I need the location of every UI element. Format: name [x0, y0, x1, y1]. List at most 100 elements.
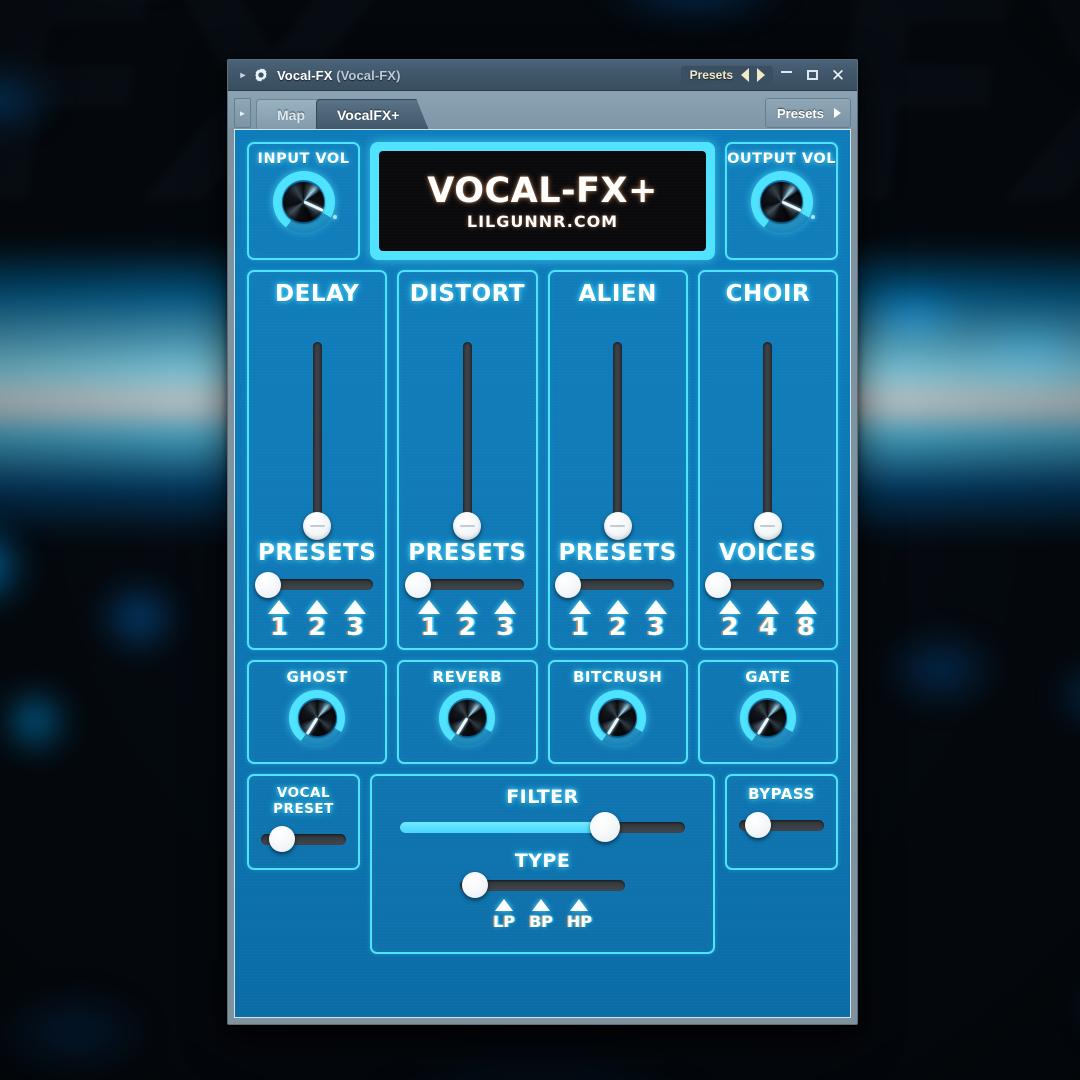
- type-mark-item[interactable]: BP: [529, 899, 553, 931]
- alien-slider-area: [558, 313, 678, 540]
- reverb-label: REVERB: [432, 668, 503, 686]
- input-vol-knob[interactable]: [272, 171, 337, 233]
- tabbar-expander-icon[interactable]: ►: [234, 98, 251, 128]
- mark-item[interactable]: 2: [456, 599, 479, 641]
- mark-label: 1: [420, 611, 439, 641]
- alien-slider-handle[interactable]: [603, 511, 632, 540]
- mark-item[interactable]: 3: [494, 599, 517, 640]
- knob-indicator-dot: [332, 214, 337, 219]
- filter-type-label: TYPE: [514, 850, 571, 872]
- bypass-handle[interactable]: [744, 812, 771, 838]
- triangle-up-icon: [718, 599, 741, 614]
- bypass-label: BYPASS: [748, 785, 815, 803]
- maximize-button[interactable]: [799, 63, 825, 87]
- choir-title: CHOIR: [725, 281, 811, 307]
- type-mark-item[interactable]: HP: [567, 899, 592, 931]
- delay-presets-handle[interactable]: [254, 571, 281, 598]
- alien-vertical-slider[interactable]: [603, 341, 632, 540]
- alien-presets-handle[interactable]: [555, 571, 582, 598]
- distort-vertical-slider[interactable]: [453, 341, 482, 540]
- mark-item[interactable]: 2: [606, 599, 629, 640]
- vocal-preset-track: [261, 826, 346, 852]
- window-title-main: Vocal-FX: [277, 67, 333, 83]
- mark-label: 3: [346, 611, 364, 641]
- distort-presets-slider[interactable]: [404, 571, 527, 598]
- presets-next-icon[interactable]: [757, 68, 765, 82]
- titlebar-presets-label: Presets: [689, 68, 733, 82]
- mark-item[interactable]: 8: [794, 599, 817, 640]
- output-vol-knob[interactable]: [750, 171, 815, 233]
- tabbar-right-group: Presets: [765, 98, 851, 128]
- distort-title: DISTORT: [409, 281, 526, 307]
- type-mark-item[interactable]: LP: [493, 899, 515, 931]
- minimize-button[interactable]: [773, 63, 799, 87]
- triangle-up-icon: [756, 599, 779, 614]
- tabbar-presets-button[interactable]: Presets: [765, 98, 851, 128]
- input-vol-label: INPUT VOL: [257, 151, 350, 167]
- triangle-right-icon[interactable]: [834, 108, 841, 118]
- mark-item[interactable]: 2: [306, 599, 329, 640]
- choir-slider-area: [708, 313, 828, 540]
- delay-vertical-slider[interactable]: [303, 341, 332, 540]
- choir-vertical-slider[interactable]: [753, 341, 782, 540]
- triangle-up-icon: [494, 899, 513, 911]
- window-titlebar: ► Vocal-FX (Vocal-FX) Presets ✕: [228, 60, 857, 91]
- panel-vocal-preset: VOCAL PRESET: [247, 774, 360, 870]
- distort-presets-track: [404, 571, 524, 598]
- filter-slider[interactable]: [396, 812, 689, 842]
- choir-voices-slider[interactable]: [705, 571, 828, 598]
- panel-choir: CHOIR VOICES 2 4 8: [697, 270, 838, 650]
- row-bottom-controls: VOCAL PRESET FILTER TYPE LP BP HP BYPASS: [247, 774, 838, 1005]
- distort-slider-handle[interactable]: [453, 511, 482, 540]
- minimize-icon: [780, 71, 792, 73]
- gear-icon[interactable]: [253, 67, 269, 83]
- mark-label: 4: [759, 611, 777, 641]
- close-icon: ✕: [830, 65, 846, 85]
- delay-presets-slider[interactable]: [254, 571, 377, 598]
- filter-fill: [400, 821, 606, 833]
- choir-slider-handle[interactable]: [753, 511, 782, 540]
- triangle-up-icon: [418, 599, 441, 614]
- filter-type-marks: LP BP HP: [396, 899, 689, 931]
- mark-item[interactable]: 1: [418, 599, 441, 641]
- reverb-knob[interactable]: [439, 690, 496, 746]
- delay-presets-label: PRESETS: [257, 539, 377, 566]
- gate-knob[interactable]: [739, 690, 796, 746]
- bitcrush-label: BITCRUSH: [572, 668, 663, 686]
- bypass-slider[interactable]: [727, 808, 836, 842]
- delay-slider-handle[interactable]: [303, 511, 332, 540]
- titlebar-presets-group[interactable]: Presets: [680, 65, 773, 85]
- mark-item[interactable]: 1: [568, 599, 591, 640]
- close-button[interactable]: ✕: [825, 63, 851, 87]
- ghost-knob[interactable]: [289, 690, 346, 746]
- ghost-label: GHOST: [286, 668, 348, 686]
- titlebar-controls: Presets ✕: [680, 63, 851, 87]
- mark-item[interactable]: 4: [756, 599, 779, 641]
- filter-handle[interactable]: [590, 812, 621, 842]
- output-vol-knob-wrap: [727, 171, 836, 233]
- mark-item[interactable]: 1: [268, 599, 291, 640]
- delay-title: DELAY: [275, 281, 360, 307]
- maximize-icon: [806, 70, 818, 80]
- mark-item[interactable]: 2: [718, 599, 741, 640]
- vocal-preset-slider[interactable]: [249, 822, 358, 856]
- logo-inner: VOCAL-FX+ LILGUNNR.COM: [379, 151, 706, 251]
- logo-box: VOCAL-FX+ LILGUNNR.COM: [370, 142, 715, 260]
- tab-map[interactable]: Map: [256, 99, 326, 129]
- tabbar-presets-label: Presets: [777, 105, 824, 121]
- choir-voices-handle[interactable]: [705, 571, 732, 598]
- filter-type-slider[interactable]: [396, 872, 689, 898]
- vocal-preset-handle[interactable]: [269, 826, 296, 852]
- filter-type-handle[interactable]: [461, 872, 488, 898]
- tab-vocalfx[interactable]: VocalFX+: [316, 99, 428, 129]
- alien-presets-slider[interactable]: [555, 571, 678, 598]
- mark-label: 2: [458, 611, 477, 641]
- distort-presets-handle[interactable]: [404, 571, 431, 598]
- mark-item[interactable]: 3: [644, 599, 667, 640]
- bitcrush-knob[interactable]: [589, 690, 646, 746]
- alien-presets-label: PRESETS: [558, 539, 677, 566]
- presets-prev-icon[interactable]: [741, 68, 749, 82]
- triangle-up-icon: [344, 599, 367, 614]
- titlebar-expander-icon[interactable]: ►: [236, 68, 250, 82]
- mark-item[interactable]: 3: [344, 599, 367, 641]
